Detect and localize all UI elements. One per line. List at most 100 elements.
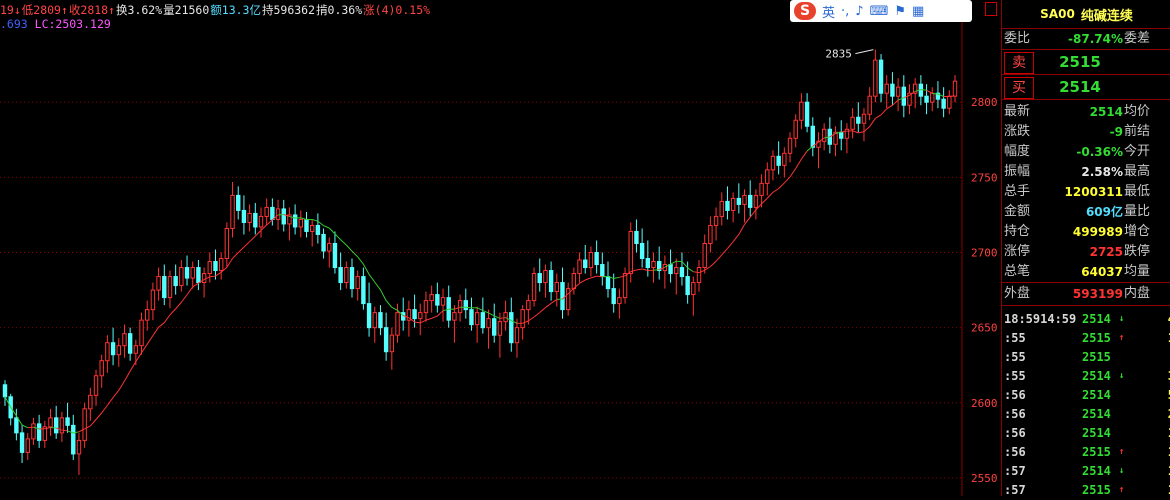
candle-body bbox=[931, 93, 934, 102]
stat-value: -0.36% bbox=[1076, 142, 1123, 162]
candle-body bbox=[794, 120, 797, 138]
buy-row[interactable]: 买 2514 bbox=[1002, 75, 1170, 100]
candle-body bbox=[191, 268, 194, 279]
ma-line-segment bbox=[887, 105, 893, 109]
ma-line-segment bbox=[750, 210, 756, 217]
ma-line-segment bbox=[932, 93, 938, 94]
contract-code: SA00 bbox=[1040, 7, 1075, 21]
candle-body bbox=[373, 313, 376, 328]
ma-line-segment bbox=[540, 308, 546, 313]
candle-body bbox=[640, 243, 643, 258]
ma-line-segment bbox=[153, 327, 159, 335]
candle-body bbox=[333, 243, 336, 267]
candle-body bbox=[174, 277, 177, 286]
candle-body bbox=[202, 274, 205, 283]
candle-body bbox=[555, 283, 558, 292]
contract-name: 纯碱连续 bbox=[1081, 5, 1133, 24]
candle-body bbox=[356, 277, 359, 289]
candle-body bbox=[953, 81, 956, 96]
stat-row: 振幅2.58%最高 bbox=[1002, 162, 1170, 182]
candle-body bbox=[49, 418, 52, 427]
y-tick-label: 2700 bbox=[971, 247, 998, 260]
ma-line-segment bbox=[853, 131, 859, 133]
info-item: 量21560 bbox=[163, 3, 209, 17]
candle-body bbox=[811, 126, 814, 147]
tick-price: 2514 bbox=[1082, 386, 1111, 405]
candle-body bbox=[652, 262, 655, 268]
candle-body bbox=[37, 424, 40, 441]
candle-body bbox=[396, 313, 399, 336]
ma-line-segment bbox=[614, 277, 620, 278]
tick-time: :55 bbox=[1004, 367, 1026, 386]
ma-line-segment bbox=[341, 240, 347, 245]
window-toggle-icon[interactable] bbox=[985, 2, 997, 16]
stat-value: 499989 bbox=[1073, 222, 1123, 242]
ma-line-segment bbox=[107, 398, 113, 406]
ma-line-segment bbox=[210, 276, 216, 277]
ma-line-segment bbox=[682, 262, 688, 268]
candle-body bbox=[259, 216, 262, 227]
stat-label-2: 量比 bbox=[1124, 202, 1150, 222]
stat-label-2: 跌停 bbox=[1124, 242, 1150, 262]
ma-line-segment bbox=[437, 311, 443, 316]
candle-body bbox=[424, 301, 427, 313]
ma-line-segment bbox=[551, 299, 557, 303]
candle-body bbox=[788, 138, 791, 153]
ime-item-5-icon[interactable]: ▦ bbox=[912, 4, 924, 19]
candle-body bbox=[419, 313, 422, 319]
ma-line-segment bbox=[921, 90, 927, 91]
ma-line-segment bbox=[949, 96, 955, 97]
candle-body bbox=[15, 418, 18, 433]
candle-body bbox=[299, 219, 302, 227]
ime-item-1-icon[interactable]: ·, bbox=[841, 4, 849, 19]
ma-line-segment bbox=[796, 159, 802, 168]
candle-body bbox=[885, 84, 888, 93]
candle-body bbox=[470, 310, 473, 325]
candle-body bbox=[675, 268, 678, 274]
candle-body bbox=[436, 295, 439, 306]
candle-body bbox=[350, 268, 353, 289]
candlestick-chart[interactable]: 2550260026502700275028002835 bbox=[0, 0, 1000, 496]
candle-body bbox=[219, 259, 222, 271]
weicha-label: 委差 bbox=[1124, 29, 1150, 49]
kline-chart-area[interactable]: 2550260026502700275028002835 19↓低2809↑收2… bbox=[0, 0, 1000, 496]
tick-price: 2514 bbox=[1082, 310, 1111, 329]
candle-body bbox=[163, 277, 166, 298]
candle-body bbox=[504, 313, 507, 322]
ma-line-segment bbox=[528, 317, 534, 321]
candle-body bbox=[77, 440, 80, 454]
candle-body bbox=[896, 87, 899, 96]
candle-body bbox=[754, 195, 757, 207]
ime-item-3-icon[interactable]: ⌨ bbox=[870, 4, 889, 19]
ma-line-segment bbox=[534, 312, 540, 317]
candle-body bbox=[117, 346, 120, 355]
buy-label: 买 bbox=[1004, 77, 1034, 99]
tick-list[interactable]: 18:5914:592514↓4 :552515↑1 :552515 :5525… bbox=[1002, 306, 1170, 500]
candle-body bbox=[595, 253, 598, 265]
tick-time: :57 bbox=[1004, 462, 1026, 481]
tick-arrow: ↓ bbox=[1119, 367, 1124, 386]
candle-body bbox=[26, 439, 29, 453]
candle-body bbox=[367, 304, 370, 328]
candle-body bbox=[669, 265, 672, 274]
candle-body bbox=[709, 225, 712, 243]
ime-item-4-icon[interactable]: ⚑ bbox=[894, 4, 906, 19]
ime-item-2-icon[interactable]: ♪ bbox=[855, 4, 863, 19]
ma-line-segment bbox=[591, 276, 597, 278]
candle-body bbox=[743, 195, 746, 204]
stat-label: 最新 bbox=[1004, 102, 1030, 122]
sogou-logo-icon[interactable]: S bbox=[794, 2, 816, 20]
stat-value: 2.58% bbox=[1081, 162, 1123, 182]
buy-price: 2514 bbox=[1040, 75, 1120, 99]
lc-prefix: .693 bbox=[0, 17, 28, 31]
ime-toolbar[interactable]: S 英 ·, ♪ ⌨ ⚑ ▦ bbox=[790, 0, 972, 22]
candle-body bbox=[737, 198, 740, 204]
ma-line-segment bbox=[392, 307, 398, 310]
weibi-row: 委比 -87.74% 委差 bbox=[1002, 29, 1170, 50]
ma-line-segment bbox=[335, 234, 341, 240]
candle-body bbox=[32, 424, 35, 439]
ma-line-segment bbox=[426, 318, 432, 320]
ime-item-0-icon[interactable]: 英 bbox=[822, 2, 835, 21]
sell-row[interactable]: 卖 2515 bbox=[1002, 50, 1170, 75]
candle-body bbox=[276, 209, 279, 220]
